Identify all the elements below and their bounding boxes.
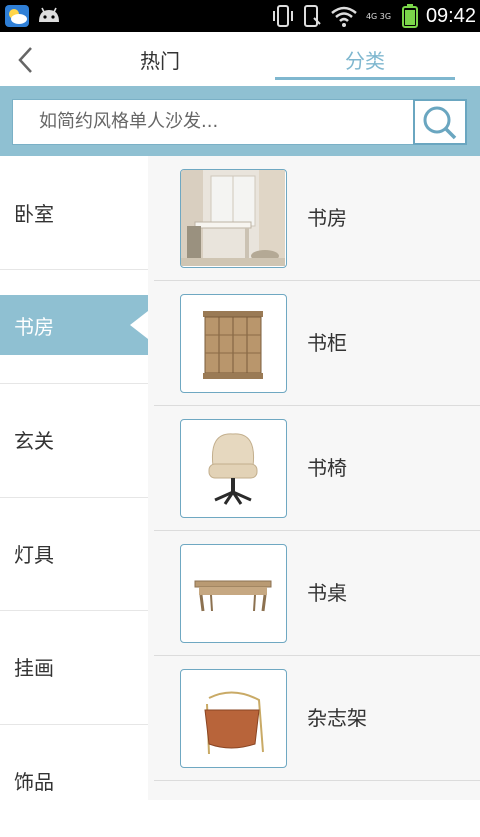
signal-icon: 4G 3G bbox=[366, 12, 394, 21]
sidebar-item-wall-art[interactable]: 挂画 bbox=[0, 610, 148, 723]
list-item-bookcase[interactable]: 书柜 bbox=[148, 281, 480, 406]
bookcase-photo bbox=[180, 294, 287, 393]
subcategory-list: 书房 书柜 书椅 书桌 杂志架 bbox=[148, 156, 480, 800]
list-item-writing-desk[interactable]: 书桌 bbox=[148, 531, 480, 656]
network-label: 4G 3G bbox=[365, 11, 392, 21]
chevron-left-icon[interactable] bbox=[8, 42, 44, 78]
wifi-icon bbox=[331, 6, 357, 27]
list-item-label: 书桌 bbox=[307, 581, 347, 605]
list-item-study[interactable]: 书房 bbox=[148, 156, 480, 281]
weather-icon bbox=[5, 5, 29, 27]
writing-desk-photo bbox=[180, 544, 287, 643]
sidebar-item-bedroom[interactable]: 卧室 bbox=[0, 156, 148, 269]
list-item-label: 书柜 bbox=[307, 331, 347, 355]
header: 热门 分类 bbox=[0, 32, 480, 86]
vibrate-icon bbox=[272, 5, 293, 27]
search-icon bbox=[423, 106, 457, 140]
sidebar-item-study[interactable]: 书房 bbox=[0, 295, 148, 355]
list-item-label: 书房 bbox=[307, 206, 347, 230]
list-item-magazine-rack[interactable]: 杂志架 bbox=[148, 656, 480, 781]
list-item-label: 书椅 bbox=[307, 456, 347, 480]
status-bar: 4G 3G 09:42 bbox=[0, 0, 480, 32]
divider bbox=[0, 269, 148, 270]
search-bar: 如简约风格单人沙发... bbox=[0, 86, 480, 156]
divider bbox=[154, 780, 480, 781]
list-item-label: 杂志架 bbox=[307, 706, 367, 730]
magazine-rack-photo bbox=[180, 669, 287, 768]
active-tab-indicator bbox=[275, 77, 455, 80]
sidebar-item-label: 书房 bbox=[14, 314, 54, 339]
study-room-photo bbox=[180, 169, 287, 268]
phone-icon bbox=[303, 5, 321, 27]
desk-chair-photo bbox=[180, 419, 287, 518]
battery-icon bbox=[401, 4, 418, 28]
tab-hot[interactable]: 热门 bbox=[90, 32, 230, 86]
clock: 09:42 bbox=[425, 4, 476, 27]
sidebar-item-entryway[interactable]: 玄关 bbox=[0, 383, 148, 496]
list-item-desk-chair[interactable]: 书椅 bbox=[148, 406, 480, 531]
android-icon bbox=[39, 7, 59, 22]
selection-arrow-icon bbox=[130, 311, 148, 339]
category-sidebar: 卧室 书房 玄关 灯具 挂画 饰品 bbox=[0, 156, 148, 800]
search-button[interactable] bbox=[413, 99, 467, 145]
sidebar-item-decor[interactable]: 饰品 bbox=[0, 724, 148, 837]
sidebar-item-lighting[interactable]: 灯具 bbox=[0, 497, 148, 610]
search-input[interactable]: 如简约风格单人沙发... bbox=[12, 99, 414, 145]
